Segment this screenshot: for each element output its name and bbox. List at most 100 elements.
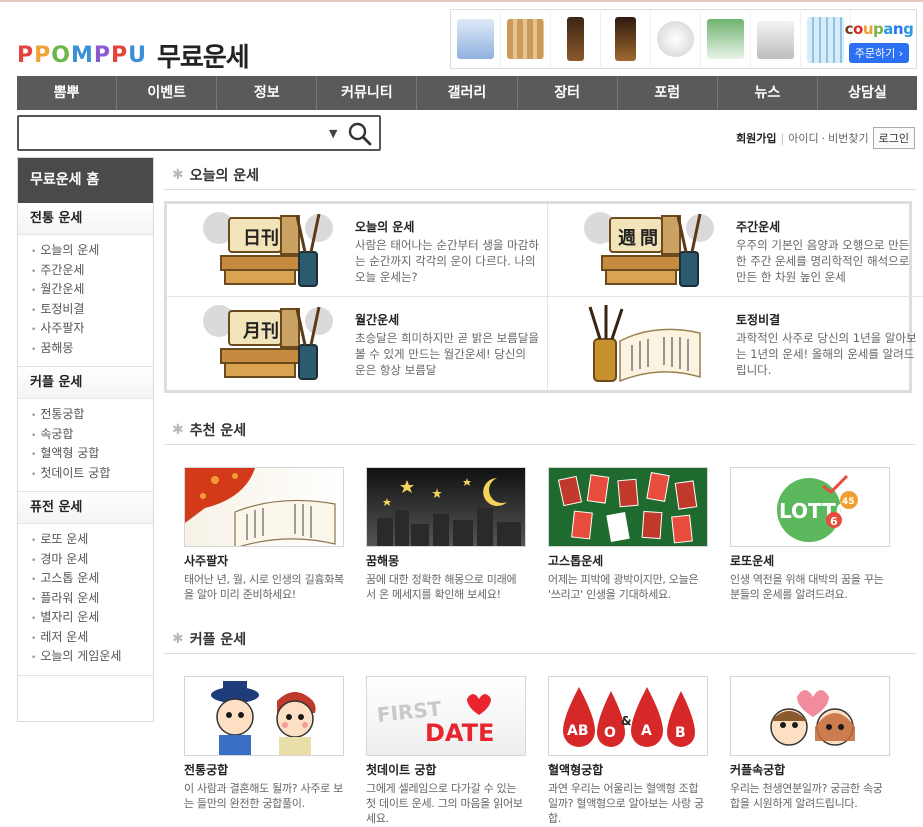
card-title[interactable]: 꿈해몽 [366, 552, 526, 569]
sidebar-item[interactable]: 별자리 운세 [31, 608, 153, 628]
glyph-1: 日 [243, 228, 261, 249]
nav-item[interactable]: 갤러리 [417, 76, 518, 110]
couple-match-image[interactable] [730, 676, 890, 756]
fortune-item-monthly[interactable]: 月 刊 월간운세 초승달은 희미하지만 곧 밝은 보름달을 볼 수 있게 만드는… [167, 297, 548, 390]
join-link[interactable]: 회원가입 [736, 130, 776, 146]
monthly-book-illustration: 月 刊 [179, 301, 339, 387]
nav-item[interactable]: 상담실 [818, 76, 917, 110]
sidebar-section-title[interactable]: 퓨전 운세 [18, 492, 153, 524]
nav-item[interactable]: 장터 [518, 76, 618, 110]
ad-product-serum[interactable] [551, 11, 601, 67]
fortune-title[interactable]: 오늘의 운세 [355, 218, 539, 235]
glyph-1: 週 [618, 228, 636, 249]
card-saju[interactable]: 사주팔자 태어난 년, 월, 시로 인생의 길흉화복을 알아 미리 준비하세요! [184, 467, 344, 602]
card-title[interactable]: 전통궁합 [184, 761, 344, 778]
account-links: 회원가입 | 아이디 · 비번찾기 로그인 [736, 127, 915, 149]
ad-product-serum-2[interactable] [601, 11, 651, 67]
coupang-cta[interactable]: coupang 주문하기 › [844, 12, 914, 68]
login-button[interactable]: 로그인 [872, 127, 915, 149]
ad-product-snacks[interactable] [501, 11, 551, 67]
card-desc: 태어난 년, 월, 시로 인생의 길흉화복을 알아 미리 준비하세요! [184, 573, 344, 601]
card-title[interactable]: 커플속궁합 [730, 761, 890, 778]
ad-product-food-pack[interactable] [701, 11, 751, 67]
search-icon[interactable] [347, 121, 373, 147]
couple-section-title: ✱ 커플 운세 [164, 624, 916, 654]
dot-separator: · [821, 131, 826, 145]
nav-item[interactable]: 정보 [217, 76, 318, 110]
lotto-image[interactable]: LOTTO 6 45 [730, 467, 890, 547]
card-blood-type[interactable]: AB O & A B 혈액형궁합 과연 우리는 어울리는 혈액형 조합일까? 혈… [548, 676, 708, 826]
sidebar-item[interactable]: 월간운세 [31, 280, 153, 300]
find-id-link[interactable]: 아이디 [788, 130, 818, 146]
nav-item[interactable]: 이벤트 [117, 76, 218, 110]
card-title[interactable]: 사주팔자 [184, 552, 344, 569]
sidebar-item[interactable]: 속궁합 [31, 425, 153, 445]
card-traditional-match[interactable]: 전통궁합 이 사람과 결혼해도 될까? 사주로 보는 들만의 완전한 궁합풀이. [184, 676, 344, 826]
find-password-link[interactable]: 비번찾기 [828, 130, 868, 146]
search-input[interactable] [19, 117, 319, 149]
fortune-title[interactable]: 토정비결 [736, 311, 920, 328]
fortune-item-weekly[interactable]: 週 間 주간운세 우주의 기본인 음양과 오행으로 만든 한 주간 운세를 명리… [548, 204, 923, 297]
ad-product-diapers[interactable] [451, 11, 501, 67]
sidebar-item[interactable]: 혈액형 궁합 [31, 444, 153, 464]
sidebar-item[interactable]: 사주팔자 [31, 319, 153, 339]
saju-image[interactable] [184, 467, 344, 547]
card-title[interactable]: 혈액형궁합 [548, 761, 708, 778]
sidebar-item[interactable]: 로또 운세 [31, 530, 153, 550]
sidebar-item[interactable]: 고스톱 운세 [31, 569, 153, 589]
nav-item[interactable]: 포럼 [618, 76, 718, 110]
order-button[interactable]: 주문하기 › [848, 43, 910, 63]
fortune-title[interactable]: 주간운세 [736, 218, 920, 235]
fortune-title[interactable]: 월간운세 [355, 311, 539, 328]
sidebar-item[interactable]: 전통궁합 [31, 405, 153, 425]
sidebar-section-title[interactable]: 전통 운세 [18, 203, 153, 235]
card-desc: 우리는 천생연분일까? 궁금한 속궁합을 시원하게 알려드립니다. [730, 782, 883, 810]
sidebar-item[interactable]: 주간운세 [31, 261, 153, 281]
sidebar-list: 전통궁합속궁합혈액형 궁합첫데이트 궁합 [18, 399, 153, 491]
ad-product-container[interactable] [751, 11, 801, 67]
sidebar-item[interactable]: 플라워 운세 [31, 589, 153, 609]
separator: | [780, 131, 785, 145]
card-couple-match[interactable]: 커플속궁합 우리는 천생연분일까? 궁금한 속궁합을 시원하게 알려드립니다. [730, 676, 890, 826]
ad-product-cosmetics[interactable] [651, 11, 701, 67]
card-desc: 어제는 피박에 광박이지만, 오늘은 '쓰리고' 인생을 기대하세요. [548, 573, 699, 601]
sidebar-list: 로또 운세경마 운세고스톱 운세플라워 운세별자리 운세레저 운세오늘의 게임운… [18, 524, 153, 675]
gostop-image[interactable] [548, 467, 708, 547]
sidebar-item[interactable]: 첫데이트 궁합 [31, 464, 153, 484]
nav-item[interactable]: 뉴스 [718, 76, 818, 110]
traditional-couple-image[interactable] [184, 676, 344, 756]
sidebar-item[interactable]: 경마 운세 [31, 550, 153, 570]
daily-book-illustration: 日 刊 [179, 208, 339, 294]
site-logo[interactable]: PPOMPPU 무료운세 [17, 38, 250, 73]
nav-item[interactable]: 뽐뿌 [17, 76, 118, 110]
blood-type-image[interactable]: AB O & A B [548, 676, 708, 756]
fortune-item-tojeong[interactable]: 토정비결 과학적인 사주로 당신의 1년을 알아보는 1년의 운세! 올해의 운… [548, 297, 923, 390]
coupang-ad-banner[interactable]: coupang 주문하기 › [450, 9, 917, 69]
card-title[interactable]: 첫데이트 궁합 [366, 761, 526, 778]
card-lotto[interactable]: LOTTO 6 45 로또운세 인생 역전을 위해 대박의 꿈을 꾸는 분들의 … [730, 467, 890, 602]
sidebar-home-link[interactable]: 무료운세 홈 [18, 158, 153, 203]
nav-item[interactable]: 커뮤니티 [317, 76, 418, 110]
section-heading: 추천 운세 [189, 422, 247, 439]
sidebar-item[interactable]: 꿈해몽 [31, 339, 153, 359]
section-heading: 오늘의 운세 [189, 167, 260, 184]
fortune-item-daily[interactable]: 日 刊 오늘의 운세 사람은 태어나는 순간부터 생을 마감하는 순간까지 각각… [167, 204, 548, 297]
sidebar-item[interactable]: 오늘의 운세 [31, 241, 153, 261]
sidebar-item[interactable]: 오늘의 게임운세 [31, 647, 153, 667]
blood-a: A [641, 723, 652, 739]
card-dream[interactable]: 꿈해몽 꿈에 대한 정확한 해몽으로 미래에서 온 메세지를 확인해 보세요! [366, 467, 526, 602]
recommend-section-title: ✱ 추천 운세 [164, 415, 916, 445]
dropdown-caret-icon[interactable]: ▼ [329, 127, 337, 140]
card-gostop[interactable]: 고스톱운세 어제는 피박에 광박이지만, 오늘은 '쓰리고' 인생을 기대하세요… [548, 467, 708, 602]
sidebar-section-title[interactable]: 커플 운세 [18, 367, 153, 399]
asterisk-icon: ✱ [172, 630, 184, 647]
sidebar-item[interactable]: 레저 운세 [31, 628, 153, 648]
sidebar-section: 커플 운세전통궁합속궁합혈액형 궁합첫데이트 궁합 [18, 367, 153, 492]
sidebar-item[interactable]: 토정비결 [31, 300, 153, 320]
dream-image[interactable] [366, 467, 526, 547]
card-title[interactable]: 로또운세 [730, 552, 890, 569]
card-title[interactable]: 고스톱운세 [548, 552, 708, 569]
card-first-date[interactable]: FIRST DATE 첫데이트 궁합 그에게 셀레임으로 다가갈 수 있는 첫 … [366, 676, 526, 826]
date-text: DATE [425, 719, 494, 747]
first-date-image[interactable]: FIRST DATE [366, 676, 526, 756]
